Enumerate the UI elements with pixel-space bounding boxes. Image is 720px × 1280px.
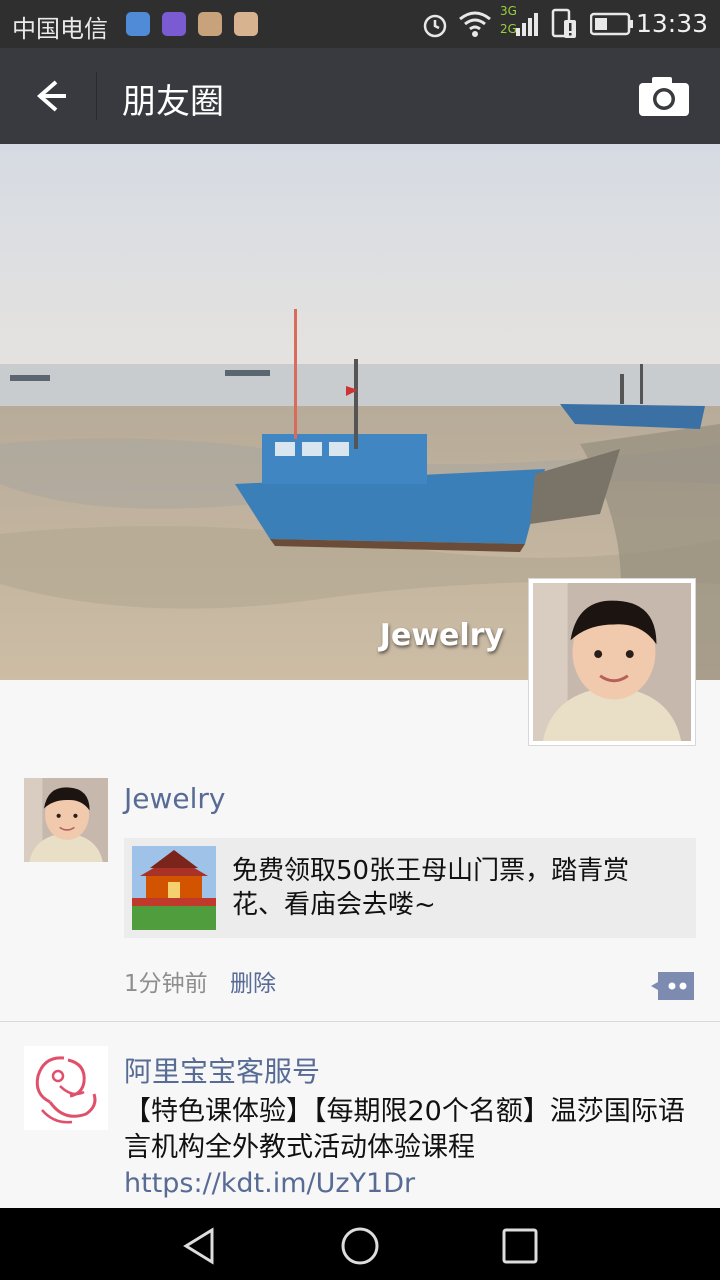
gallery-app-icon [162,12,186,36]
nav-home-icon[interactable] [338,1224,382,1268]
post2-author-avatar[interactable] [24,1046,108,1130]
alarm-icon [423,14,447,38]
carrier-name: 中国电信 [12,15,108,43]
wifi-signal-icon [459,11,491,37]
profile-avatar[interactable] [528,578,696,746]
page-title: 朋友圈 [122,82,224,122]
post-separator [0,1021,720,1022]
battery-icon [590,12,633,36]
post2-text: 【特色课体验】【每期限20个名额】温莎国际语言机构全外教式活动体验课程 [124,1096,685,1163]
wifi-app-icon [126,12,150,36]
post2-content: 【特色课体验】【每期限20个名额】温莎国际语言机构全外教式活动体验课程 http… [124,1094,694,1202]
cover-user-name: Jewelry [379,618,504,653]
cell-signal-icon [516,13,538,36]
title-divider [96,72,97,120]
link-title: 免费领取50张王母山门票，踏青赏花、看庙会去喽~ [232,856,630,920]
post2-link[interactable]: https://kdt.im/UzY1Dr [124,1168,415,1199]
delete-button[interactable]: 删除 [230,964,276,998]
profile-avatar-image [533,583,691,741]
navigation-bar [0,1208,720,1280]
camera-icon[interactable] [636,74,692,118]
nav-recents-icon[interactable] [498,1224,542,1268]
link-thumbnail [132,846,216,930]
status-bar: 中国电信 3G 2G 13:33 [0,0,720,48]
game-app-icon [234,12,258,36]
post-author-avatar-image [24,778,108,862]
post-author-name[interactable]: Jewelry [124,782,225,815]
mother-baby-logo-icon [35,1056,97,1124]
nav-back-icon[interactable] [178,1224,222,1268]
shared-link-card[interactable]: 免费领取50张王母山门票，踏青赏花、看庙会去喽~ [124,838,696,938]
title-bar: 朋友圈 [0,48,720,144]
back-arrow-icon[interactable] [26,72,74,120]
sunglasses-app-icon [198,12,222,36]
comment-icon[interactable] [650,970,696,1002]
clock: 13:33 [635,9,708,38]
sim-alert-icon [551,8,576,38]
post-author-avatar[interactable] [24,778,108,862]
post-time: 1分钟前 [124,971,208,997]
post2-author-name[interactable]: 阿里宝宝客服号 [124,1050,320,1090]
